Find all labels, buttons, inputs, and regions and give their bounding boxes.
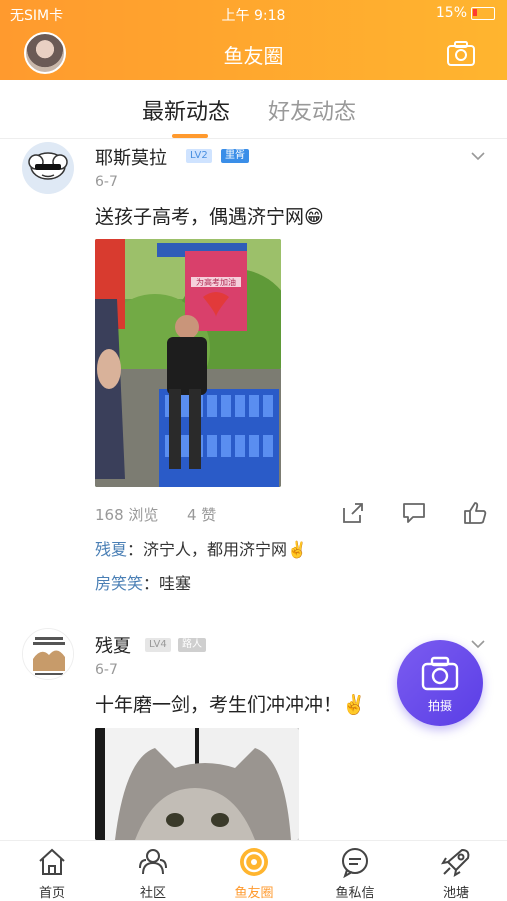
home-icon <box>39 848 65 875</box>
nav-community[interactable]: 社区 <box>103 841 203 901</box>
status-time: 上午 9:18 <box>221 8 286 24</box>
fish-circle-icon <box>240 848 268 876</box>
comment-author[interactable]: 残夏 <box>95 540 127 559</box>
nav-fish-circle[interactable]: 鱼友圈 <box>204 841 304 901</box>
post-username[interactable]: 耶斯莫拉 <box>95 144 167 170</box>
nav-label: 池塘 <box>442 886 469 901</box>
page-title: 鱼友圈 <box>223 44 284 68</box>
thumbs-up-icon[interactable] <box>462 500 488 526</box>
level-badge: LV2 <box>186 149 212 163</box>
battery-percent: 15% <box>435 5 467 21</box>
battery-icon <box>471 6 495 20</box>
comment-author[interactable]: 房笑笑 <box>95 574 143 593</box>
sign-text: 为高考加油 <box>196 277 236 287</box>
like-count: 4 赞 <box>187 506 217 524</box>
post-content: 送孩子高考，偶遇济宁网😁 <box>95 206 324 228</box>
tab-friends[interactable]: 好友动态 <box>268 94 356 126</box>
post-photo[interactable] <box>95 728 299 840</box>
fab-label: 拍摄 <box>427 699 452 713</box>
role-badge: 路人 <box>178 638 206 652</box>
post-username[interactable]: 残夏 <box>95 632 131 658</box>
role-badge: 里胥 <box>221 149 249 163</box>
cat-photo <box>95 728 299 840</box>
nav-label: 鱼友圈 <box>234 886 274 901</box>
level-badge: LV4 <box>145 638 171 652</box>
community-icon <box>139 849 167 875</box>
post-content: 十年磨一剑，考生们冲冲冲！✌️ <box>95 694 366 716</box>
bottom-nav: 首页 社区 鱼友圈 鱼私信 池塘 <box>0 840 507 901</box>
comment-row[interactable]: 房笑笑：哇塞 <box>95 570 191 594</box>
comment-text: 哇塞 <box>159 574 192 593</box>
nav-pond[interactable]: 池塘 <box>406 841 506 901</box>
post-card: 耶斯莫拉 LV2 里胥 6-7 送孩子高考，偶遇济宁网😁 为高考加油 168 浏… <box>0 138 507 608</box>
capture-fab-button[interactable]: 拍摄 <box>397 640 483 726</box>
camera-icon[interactable] <box>446 38 476 68</box>
photo-illustration: 为高考加油 <box>95 239 281 487</box>
status-bar: 无SIM卡 上午 9:18 15% <box>0 0 507 26</box>
post-photo[interactable]: 为高考加油 <box>95 239 281 487</box>
post-date: 6-7 <box>95 662 118 678</box>
cloud-avatar-icon <box>22 142 74 194</box>
post-avatar[interactable] <box>22 628 74 680</box>
share-icon[interactable] <box>340 500 366 526</box>
chevron-down-icon[interactable] <box>470 148 486 164</box>
comment-text: 济宁人，都用济宁网✌️ <box>143 540 307 559</box>
status-right: 15% <box>436 5 495 21</box>
nav-messages[interactable]: 鱼私信 <box>305 841 405 901</box>
tab-latest[interactable]: 最新动态 <box>142 94 230 126</box>
top-header: 无SIM卡 上午 9:18 15% 鱼友圈 <box>0 0 507 80</box>
camera-icon <box>421 656 459 691</box>
chevron-down-icon[interactable] <box>470 636 486 652</box>
message-icon <box>342 848 368 878</box>
nav-home[interactable]: 首页 <box>2 841 102 901</box>
post-date: 6-7 <box>95 174 118 190</box>
view-count: 168 浏览 <box>95 506 159 524</box>
nav-label: 首页 <box>38 886 65 901</box>
rocket-icon <box>440 849 470 878</box>
nav-label: 鱼私信 <box>335 886 375 901</box>
comment-icon[interactable] <box>401 500 427 526</box>
poster-avatar-icon <box>23 629 73 679</box>
feed-tabs: 最新动态 好友动态 <box>0 80 507 139</box>
comment-row[interactable]: 残夏：济宁人，都用济宁网✌️ <box>95 536 307 560</box>
nav-label: 社区 <box>139 886 166 901</box>
post-avatar[interactable] <box>22 142 74 194</box>
